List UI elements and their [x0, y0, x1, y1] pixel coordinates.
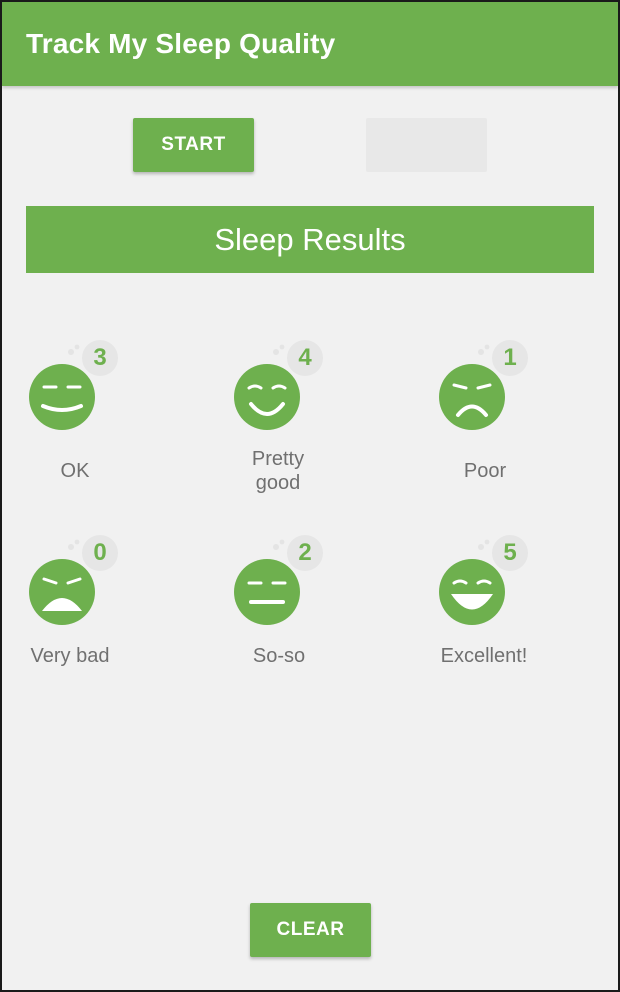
sleep-night-item[interactable]: 2 So-so [232, 535, 352, 685]
quality-label: Pretty good [251, 448, 305, 494]
app-bar: Track My Sleep Quality [2, 2, 618, 86]
poor-face-icon [439, 340, 528, 430]
rating-badge: 3 [93, 344, 107, 371]
quality-label: Excellent! [440, 645, 528, 667]
ok-face-icon [29, 340, 118, 430]
sleep-results-title: Sleep Results [214, 221, 406, 257]
clear-button[interactable]: CLEAR [250, 903, 371, 957]
window-frame [0, 0, 620, 992]
sleep-night-item[interactable]: 5 Excellent! [437, 535, 557, 685]
pretty-good-face-icon [234, 340, 323, 430]
rating-badge: 2 [298, 539, 312, 566]
start-button[interactable]: START [133, 118, 254, 172]
very-bad-face-icon [29, 535, 118, 625]
rating-badge: 1 [503, 344, 517, 371]
rating-badge: 4 [298, 344, 312, 371]
rating-badge: 0 [93, 539, 107, 566]
sleep-night-item[interactable]: 0 Very bad [27, 535, 147, 685]
quality-label: Very bad [30, 645, 110, 667]
so-so-face-icon [234, 535, 323, 625]
sleep-results-header: Sleep Results [26, 206, 594, 273]
stop-button[interactable]: STOP [366, 118, 487, 172]
quality-label: Poor [463, 460, 507, 482]
rating-badge: 5 [503, 539, 517, 566]
quality-label: OK [60, 460, 90, 482]
app-title: Track My Sleep Quality [26, 28, 336, 59]
excellent-face-icon [439, 535, 528, 625]
quality-label: So-so [252, 645, 306, 667]
sleep-night-item[interactable]: 1 Poor [437, 340, 557, 490]
sleep-night-item[interactable]: 4 Pretty good [232, 340, 352, 494]
sleep-night-item[interactable]: 3 OK [27, 340, 147, 490]
